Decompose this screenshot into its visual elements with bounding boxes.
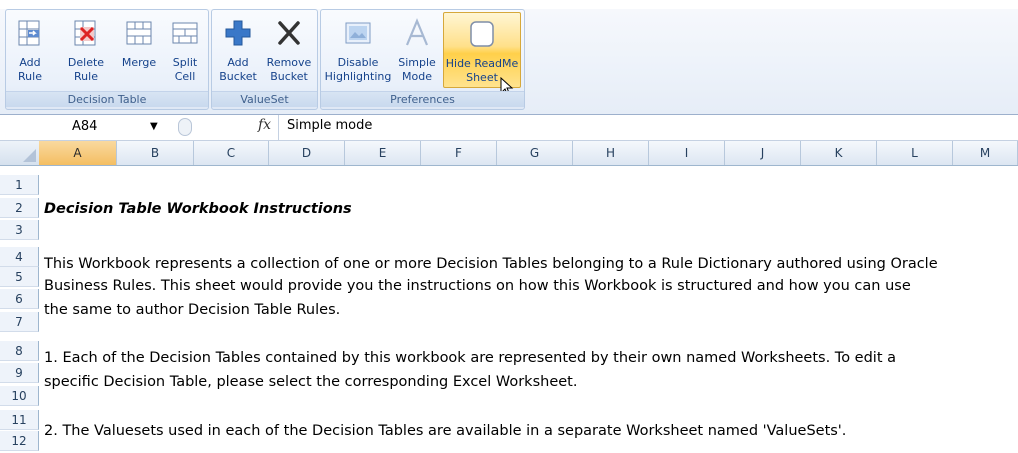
instruction-1-line-2[interactable]: specific Decision Table, please select t… [44, 374, 577, 390]
delete-rule-label: Delete Rule [67, 56, 105, 83]
hide-readme-sheet-button[interactable]: Hide ReadMe Sheet [443, 12, 521, 97]
column-header-k[interactable]: K [801, 141, 877, 165]
row-header-12[interactable]: 12 [0, 431, 39, 451]
row-header-10[interactable]: 10 [0, 386, 39, 406]
name-box[interactable]: A84 ▼ [0, 117, 174, 136]
row-header-2[interactable]: 2 [0, 198, 39, 218]
row-header-3[interactable]: 3 [0, 220, 39, 240]
column-header-e[interactable]: E [345, 141, 421, 165]
delete-rule-icon [71, 18, 101, 48]
row-header-9[interactable]: 9 [0, 363, 39, 383]
intro-line-1[interactable]: This Workbook represents a collection of… [44, 256, 938, 272]
add-bucket-button[interactable]: Add Bucket [216, 12, 260, 88]
add-rule-button[interactable]: Add Rule [12, 12, 48, 88]
ribbon: Add Rule Delete Rule Merge Split Cell De… [0, 0, 1018, 115]
intro-line-2[interactable]: Business Rules. This sheet would provide… [44, 278, 911, 294]
column-header-g[interactable]: G [497, 141, 573, 165]
chevron-down-icon[interactable]: ▼ [150, 117, 158, 136]
name-box-value: A84 [72, 119, 98, 134]
merge-icon [124, 18, 154, 48]
instruction-2-line-1[interactable]: 2. The Valuesets used in each of the Dec… [44, 423, 846, 439]
column-header-f[interactable]: F [421, 141, 497, 165]
formula-input[interactable]: Simple mode [287, 118, 372, 133]
column-header-d[interactable]: D [269, 141, 345, 165]
column-header-l[interactable]: L [877, 141, 953, 165]
group-label-valueset: ValueSet [212, 91, 317, 107]
highlighting-icon [343, 18, 373, 48]
group-decision-table: Add Rule Delete Rule Merge Split Cell De… [5, 9, 209, 110]
group-label-preferences: Preferences [321, 91, 524, 107]
column-header-c[interactable]: C [194, 141, 269, 165]
row-header-11[interactable]: 11 [0, 410, 39, 430]
column-header-b[interactable]: B [117, 141, 194, 165]
hide-readme-icon [467, 19, 497, 49]
disable-highlighting-label: Disable Highlighting [324, 56, 392, 83]
add-bucket-label: Add Bucket [219, 56, 257, 83]
group-valueset: Add Bucket Remove Bucket ValueSet [211, 9, 318, 110]
column-header-i[interactable]: I [649, 141, 725, 165]
column-header-m[interactable]: M [953, 141, 1018, 165]
column-headers: A B C D E F G H I J K L M [0, 141, 1018, 166]
add-rule-label: Add Rule [18, 56, 42, 83]
add-bucket-icon [223, 18, 253, 48]
add-rule-icon [15, 18, 45, 48]
split-cell-label: Split Cell [172, 56, 198, 83]
select-all-button[interactable] [0, 141, 40, 165]
row-header-7[interactable]: 7 [0, 312, 39, 332]
instruction-1-line-1[interactable]: 1. Each of the Decision Tables contained… [44, 350, 896, 366]
row-header-1[interactable]: 1 [0, 175, 39, 195]
merge-button[interactable]: Merge [116, 12, 162, 88]
group-preferences: Disable Highlighting Simple Mode Hide Re… [320, 9, 525, 110]
group-label-decision-table: Decision Table [6, 91, 208, 107]
remove-bucket-icon [274, 18, 304, 48]
delete-rule-button[interactable]: Delete Rule [62, 12, 110, 88]
sheet-title[interactable]: Decision Table Workbook Instructions [44, 201, 352, 217]
simple-mode-icon [402, 18, 432, 48]
simple-mode-label: Simple Mode [398, 56, 436, 83]
formula-bar-resize-handle[interactable] [178, 118, 192, 136]
remove-bucket-label: Remove Bucket [266, 56, 312, 83]
split-cell-icon [170, 18, 200, 48]
sheet-grid[interactable]: 1 2 3 4 5 6 7 8 9 10 11 12 Decision Tabl… [0, 165, 1018, 453]
column-header-j[interactable]: J [725, 141, 801, 165]
row-header-8[interactable]: 8 [0, 341, 39, 361]
column-header-h[interactable]: H [573, 141, 649, 165]
intro-line-3[interactable]: the same to author Decision Table Rules. [44, 302, 340, 318]
function-icon[interactable]: fx [258, 117, 271, 133]
row-header-6[interactable]: 6 [0, 289, 39, 309]
row-header-5[interactable]: 5 [0, 267, 39, 287]
formula-bar-divider [278, 115, 279, 140]
column-header-a[interactable]: A [39, 141, 117, 165]
remove-bucket-button[interactable]: Remove Bucket [264, 12, 314, 88]
split-cell-button[interactable]: Split Cell [166, 12, 204, 88]
formula-bar: A84 ▼ fx Simple mode [0, 115, 1018, 141]
simple-mode-button[interactable]: Simple Mode [396, 12, 438, 88]
merge-label: Merge [121, 56, 157, 69]
row-header-4[interactable]: 4 [0, 247, 39, 267]
disable-highlighting-button[interactable]: Disable Highlighting [324, 12, 392, 88]
